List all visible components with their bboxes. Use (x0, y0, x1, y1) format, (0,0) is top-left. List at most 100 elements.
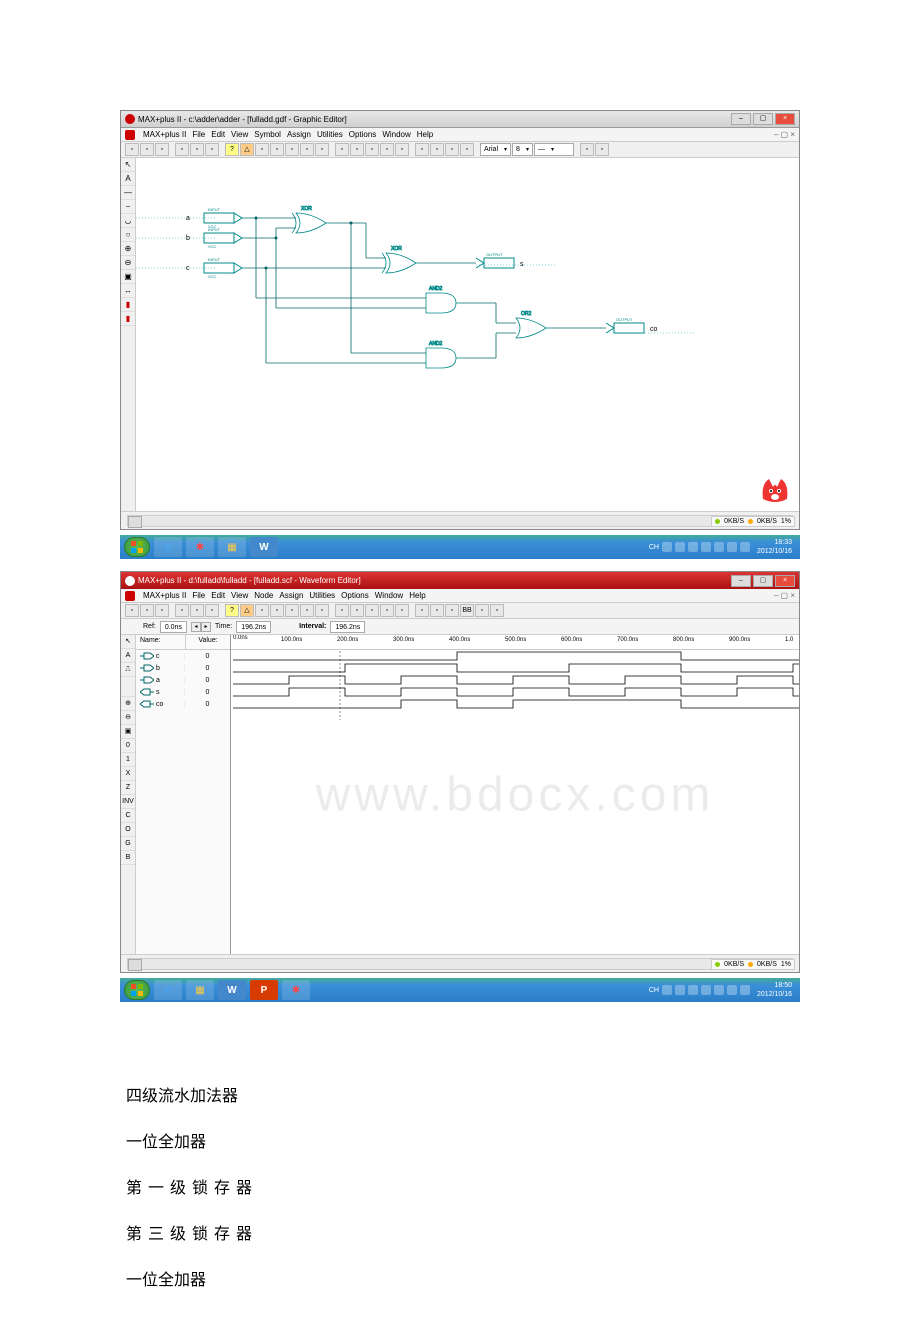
pointer-tool-icon[interactable]: ↖ (121, 158, 135, 172)
tray-icon[interactable] (701, 985, 711, 995)
app-menu-icon[interactable] (125, 591, 135, 601)
toolbar-button[interactable]: ▫ (285, 143, 299, 156)
toolbar-button[interactable]: ▫ (125, 143, 139, 156)
system-tray[interactable]: CH 18:50 2012/10/16 (649, 981, 796, 999)
fontsize-select[interactable]: 8 (512, 143, 533, 156)
signal-row[interactable]: co 0 (136, 698, 230, 710)
toolbar-button[interactable]: ▫ (415, 143, 429, 156)
tray-icon[interactable] (675, 542, 685, 552)
toolbar-button[interactable]: ▫ (365, 604, 379, 617)
font-select[interactable]: Arial (480, 143, 511, 156)
text-tool-icon[interactable]: A (121, 172, 135, 186)
taskbar-clock[interactable]: 18:50 2012/10/16 (753, 981, 796, 999)
circle-tool-icon[interactable]: ○ (121, 228, 135, 242)
toolbar-button[interactable]: ▫ (415, 604, 429, 617)
start-button[interactable] (124, 980, 150, 1000)
taskbar-word-icon[interactable]: W (218, 980, 246, 1000)
toolbar-button[interactable]: ▫ (155, 143, 169, 156)
tray-icon[interactable] (662, 542, 672, 552)
line2-tool-icon[interactable]: ⎯ (121, 200, 135, 214)
toolbar-button[interactable]: ▫ (270, 143, 284, 156)
toolbar-button[interactable]: ▫ (205, 143, 219, 156)
toolbar-button[interactable]: ▫ (175, 604, 189, 617)
toolbar-button[interactable]: ? (225, 143, 239, 156)
linestyle-select[interactable]: — (534, 143, 574, 156)
menu-item[interactable]: File (192, 130, 205, 139)
zoomin-tool-icon[interactable]: ⊕ (121, 242, 135, 256)
toolbar-button[interactable]: ▫ (270, 604, 284, 617)
tray-icon[interactable] (662, 985, 672, 995)
toolbar-button[interactable]: ▫ (335, 604, 349, 617)
zoomout-tool-icon[interactable]: ⊖ (121, 256, 135, 270)
line-tool-icon[interactable]: — (121, 186, 135, 200)
menu-item[interactable]: MAX+plus II (143, 130, 186, 139)
menu-item[interactable]: Window (382, 130, 410, 139)
menu-item[interactable]: MAX+plus II (143, 591, 186, 600)
taskbar-app-icon[interactable]: ✱ (282, 980, 310, 1000)
toolbar-button[interactable]: ▫ (350, 604, 364, 617)
toolbar-button[interactable]: ▫ (460, 143, 474, 156)
toolbar-button[interactable]: ? (225, 604, 239, 617)
minimize-button[interactable]: – (731, 575, 751, 587)
toolbar-button[interactable]: ▫ (350, 143, 364, 156)
toolbar-button[interactable]: BB (460, 604, 474, 617)
fit-tool-icon[interactable]: ▣ (121, 270, 135, 284)
pointer-tool-icon[interactable]: ↖ (121, 635, 135, 649)
fit-icon[interactable]: ▣ (121, 725, 135, 739)
toolbar-button[interactable]: ▫ (445, 143, 459, 156)
toolbar-button[interactable]: ▫ (380, 143, 394, 156)
toolbar-button[interactable]: ▫ (365, 143, 379, 156)
value-inv-icon[interactable]: INV (121, 795, 135, 809)
schematic-canvas[interactable]: a INPUT VCC b INPUT VCC c (136, 158, 799, 511)
connect-tool-icon[interactable]: ↔ (121, 284, 135, 298)
tool-icon[interactable]: ▮ (121, 298, 135, 312)
system-tray[interactable]: CH 18:33 2012/10/16 (649, 538, 796, 556)
toolbar-button[interactable]: ▫ (315, 143, 329, 156)
maximize-button[interactable]: ▢ (753, 575, 773, 587)
toolbar-button[interactable]: ▫ (285, 604, 299, 617)
menu-item[interactable]: Utilities (317, 130, 343, 139)
toolbar-button[interactable]: ▫ (140, 604, 154, 617)
windows-taskbar[interactable]: e ▦ W P ✱ CH 18:50 2012/10/16 (120, 978, 800, 1002)
menu-item[interactable]: View (231, 591, 248, 600)
taskbar-powerpoint-icon[interactable]: P (250, 980, 278, 1000)
toolbar-button[interactable]: ▫ (125, 604, 139, 617)
start-button[interactable] (124, 537, 150, 557)
value-0-icon[interactable]: 0 (121, 739, 135, 753)
toolbar-button[interactable]: △ (240, 143, 254, 156)
toolbar-button[interactable]: ▫ (430, 604, 444, 617)
window-titlebar[interactable]: MAX+plus II - d:\fulladd\fulladd - [full… (121, 572, 799, 589)
value-g-icon[interactable]: G (121, 837, 135, 851)
signal-row[interactable]: c 0 (136, 650, 230, 662)
menu-item[interactable]: Edit (211, 130, 225, 139)
toolbar-button[interactable]: ▫ (190, 143, 204, 156)
mdi-close-button[interactable]: – ▢ × (774, 130, 795, 139)
menu-item[interactable]: Help (417, 130, 433, 139)
tray-icon[interactable] (688, 542, 698, 552)
menu-item[interactable]: Symbol (254, 130, 281, 139)
toolbar-button[interactable]: △ (240, 604, 254, 617)
tray-icon[interactable] (688, 985, 698, 995)
tray-icon[interactable] (714, 985, 724, 995)
text-tool-icon[interactable]: A (121, 649, 135, 663)
toolbar-button[interactable]: ▫ (490, 604, 504, 617)
menu-item[interactable]: Utilities (309, 591, 335, 600)
value-c-icon[interactable]: C (121, 809, 135, 823)
value-1-icon[interactable]: 1 (121, 753, 135, 767)
toolbar-button[interactable]: ▫ (205, 604, 219, 617)
toolbar-button[interactable]: ▫ (190, 604, 204, 617)
toolbar-button[interactable]: ▫ (475, 604, 489, 617)
toolbar-button[interactable]: ▫ (430, 143, 444, 156)
toolbar-button[interactable]: ▫ (315, 604, 329, 617)
windows-taskbar[interactable]: e ✱ ▦ W CH 18:33 2012/10/16 (120, 535, 800, 559)
waveform-canvas[interactable]: 0.0ns 100.0ns 200.0ns 300.0ns 400.0ns 50… (231, 635, 799, 954)
toolbar-button[interactable]: ▫ (580, 143, 594, 156)
value-z-icon[interactable]: Z (121, 781, 135, 795)
minimize-button[interactable]: – (731, 113, 751, 125)
value-o-icon[interactable]: O (121, 823, 135, 837)
taskbar-clock[interactable]: 18:33 2012/10/16 (753, 538, 796, 556)
ref-spinner[interactable]: ◂▸ (191, 622, 211, 632)
value-b-icon[interactable]: B (121, 851, 135, 865)
toolbar-button[interactable]: ▫ (300, 604, 314, 617)
toolbar-button[interactable]: ▫ (140, 143, 154, 156)
